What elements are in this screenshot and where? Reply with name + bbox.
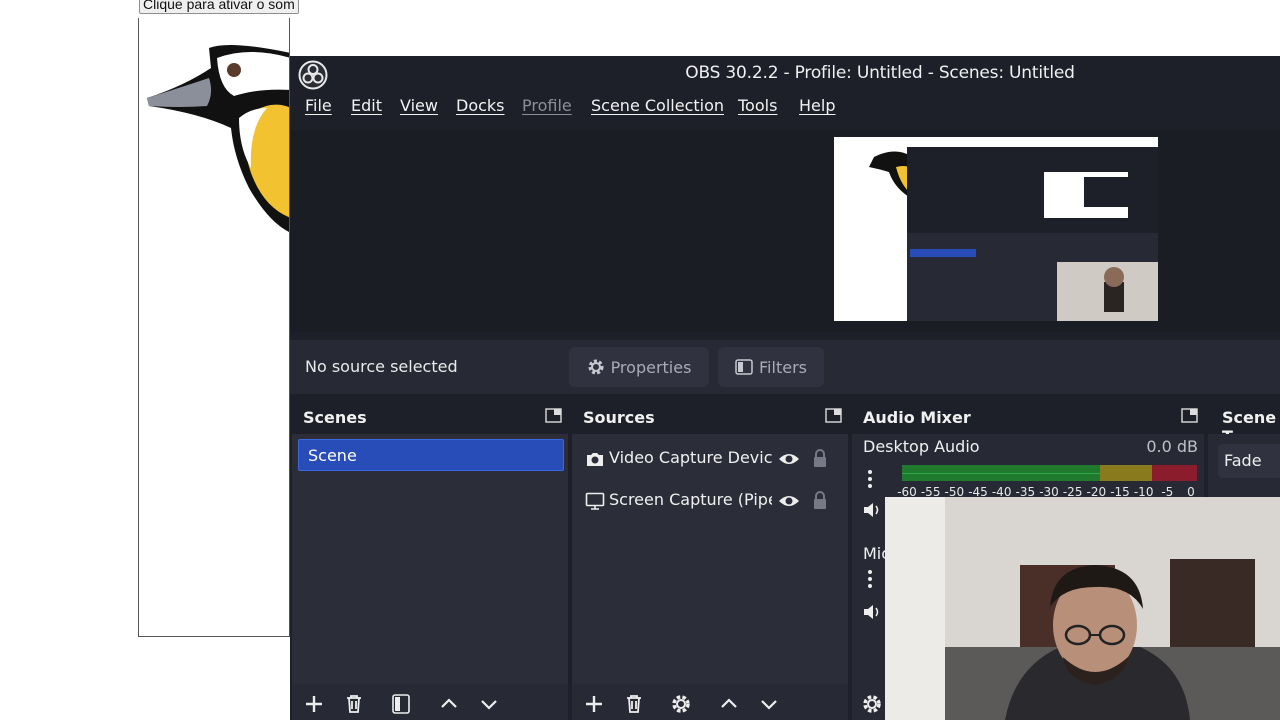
remove-source-icon[interactable] <box>622 692 646 716</box>
add-source-icon[interactable] <box>582 692 606 716</box>
undock-icon[interactable] <box>825 408 842 423</box>
webcam-overlay <box>885 497 1280 720</box>
bird-sprite <box>147 44 289 232</box>
gear-icon <box>588 359 604 375</box>
sources-title: Sources <box>583 408 655 427</box>
speaker-icon[interactable] <box>862 500 884 520</box>
scenes-title: Scenes <box>303 408 367 427</box>
properties-label: Properties <box>610 357 692 377</box>
sources-dock: Sources Video Capture Devic Screen Captu… <box>572 401 848 720</box>
scenes-list: Scene <box>292 434 568 684</box>
menu-edit[interactable]: Edit <box>351 96 382 115</box>
menu-docks[interactable]: Docks <box>456 96 505 115</box>
move-up-icon[interactable] <box>437 692 461 716</box>
channel-menu-icon[interactable] <box>866 469 874 489</box>
menu-help[interactable]: Help <box>799 96 835 115</box>
desktop-audio-level: 0.0 dB <box>1146 437 1198 456</box>
sources-list: Video Capture Devic Screen Capture (Pipe <box>572 434 848 684</box>
menu-tools[interactable]: Tools <box>738 96 777 115</box>
filters-button[interactable]: Filters <box>718 347 824 387</box>
move-down-icon[interactable] <box>757 692 781 716</box>
filters-label: Filters <box>759 357 807 377</box>
preview-canvas[interactable] <box>834 137 1158 321</box>
source-item-video-capture[interactable]: Video Capture Devic <box>572 440 848 478</box>
advanced-audio-gear-icon[interactable] <box>860 692 884 716</box>
undock-icon[interactable] <box>1181 408 1198 423</box>
move-up-icon[interactable] <box>717 692 741 716</box>
title-bar[interactable]: OBS 30.2.2 - Profile: Untitled - Scenes:… <box>290 56 1280 92</box>
source-item-screen-capture[interactable]: Screen Capture (Pipe <box>572 482 848 520</box>
preview-image <box>834 137 1158 321</box>
properties-button[interactable]: Properties <box>569 347 709 387</box>
audio-mixer-title: Audio Mixer <box>863 408 971 427</box>
source-label: Screen Capture (Pipe <box>609 490 772 509</box>
speaker-icon[interactable] <box>862 602 884 622</box>
unmute-button[interactable]: Clique para ativar o som <box>139 0 299 14</box>
menu-profile[interactable]: Profile <box>522 96 572 115</box>
transition-select[interactable]: Fade <box>1218 444 1280 478</box>
channel-menu-icon[interactable] <box>866 569 874 589</box>
obs-logo-icon <box>298 60 328 90</box>
visibility-eye-icon[interactable] <box>778 450 800 468</box>
source-properties-gear-icon[interactable] <box>669 692 693 716</box>
add-scene-icon[interactable] <box>302 692 326 716</box>
visibility-eye-icon[interactable] <box>778 492 800 510</box>
filter-icon <box>735 359 753 375</box>
lock-icon[interactable] <box>812 448 828 468</box>
scenes-dock: Scenes Scene <box>292 401 568 720</box>
menu-scene-collection[interactable]: Scene Collection <box>591 96 724 115</box>
camera-icon <box>587 453 603 466</box>
remove-scene-icon[interactable] <box>342 692 366 716</box>
source-label: Video Capture Devic <box>609 448 772 467</box>
desktop-audio-label: Desktop Audio <box>863 437 980 456</box>
webcam-image <box>885 497 1280 720</box>
menu-view[interactable]: View <box>400 96 438 115</box>
move-down-icon[interactable] <box>477 692 501 716</box>
scene-item[interactable]: Scene <box>298 439 564 471</box>
volume-meter <box>902 465 1197 481</box>
window-title: OBS 30.2.2 - Profile: Untitled - Scenes:… <box>685 63 1075 83</box>
source-toolbar: No source selected Properties Filters <box>290 340 1280 394</box>
scene-filters-icon[interactable] <box>389 692 413 716</box>
game-canvas[interactable] <box>138 18 290 637</box>
menu-file[interactable]: File <box>305 96 332 115</box>
no-source-label: No source selected <box>305 357 458 376</box>
lock-icon[interactable] <box>812 490 828 510</box>
monitor-icon <box>585 492 605 510</box>
undock-icon[interactable] <box>545 408 562 423</box>
menu-bar: File Edit View Docks Profile Scene Colle… <box>290 96 1280 124</box>
